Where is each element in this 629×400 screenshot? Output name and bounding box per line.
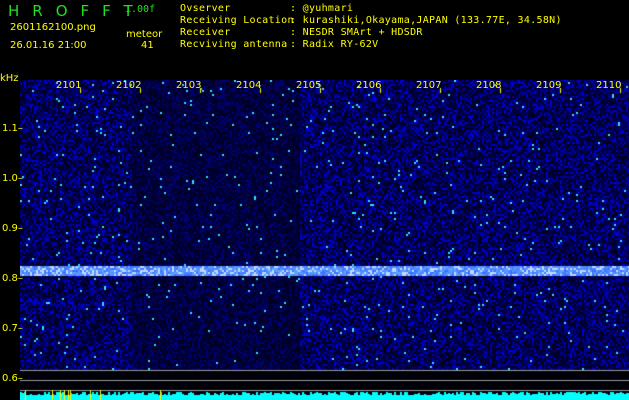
datetime: 26.01.16 21:00 <box>10 40 87 51</box>
spectrogram-canvas <box>20 80 629 400</box>
time-tick-label: 2106 <box>356 80 382 91</box>
meteor-count: 41 <box>141 40 154 51</box>
time-tick-label: 2108 <box>476 80 502 91</box>
y-tick-label: 0.8– <box>2 273 23 284</box>
info-label: Recviving antenna <box>180 39 288 50</box>
y-tick-label: 1.0– <box>2 173 23 184</box>
info-label: Ovserver <box>180 3 231 14</box>
y-tick-label: 0.7– <box>2 323 23 334</box>
info-label: Receiver <box>180 27 231 38</box>
info-label: Receiving Location <box>180 15 294 26</box>
time-tick-label: 2101 <box>56 80 82 91</box>
time-tick-label: 2104 <box>236 80 262 91</box>
time-tick-label: 2103 <box>176 80 202 91</box>
meteor-label: meteor <box>126 29 163 40</box>
time-tick-label: 2102 <box>116 80 142 91</box>
filename: 2601162100.png <box>10 22 96 33</box>
time-tick-label: 2107 <box>416 80 442 91</box>
y-axis-unit: kHz <box>0 73 19 84</box>
info-value: : kurashiki,Okayama,JAPAN (133.77E, 34.5… <box>290 15 562 26</box>
info-value: : NESDR SMArt + HDSDR <box>290 27 423 38</box>
y-tick-label: 0.9– <box>2 223 23 234</box>
y-tick-label: 0.6– <box>2 373 23 384</box>
info-value: : @yuhmari <box>290 3 354 14</box>
info-value: : Radix RY-62V <box>290 39 379 50</box>
y-tick-label: 1.1– <box>2 123 23 134</box>
time-tick-label: 2105 <box>296 80 322 91</box>
time-tick-label: 2109 <box>536 80 562 91</box>
version-label: 1.00f <box>125 4 156 15</box>
time-tick-label: 2110 <box>596 80 622 91</box>
